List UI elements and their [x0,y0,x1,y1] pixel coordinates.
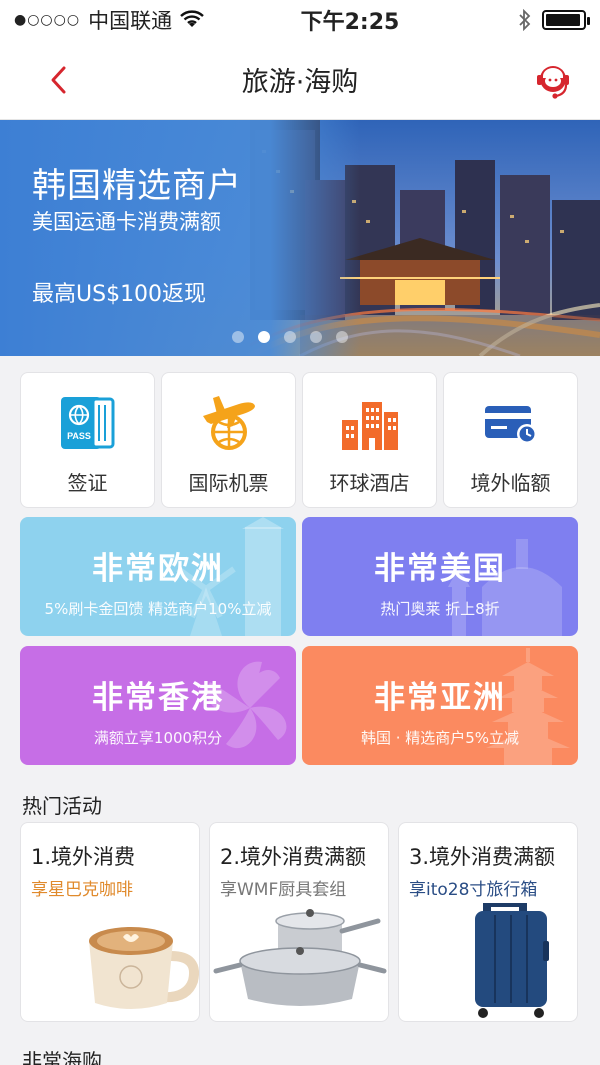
service-label: 国际机票 [188,471,269,495]
customer-service-button[interactable] [530,58,576,104]
suitcase-image [475,903,549,1018]
activity-subtitle: 享ito28寸旅行箱 [409,880,538,900]
service-label: 环球酒店 [329,471,410,495]
svg-text:PASS: PASS [67,431,91,441]
region-desc: 韩国 · 精选商户5%立减 [360,729,520,747]
service-label: 签证 [67,471,108,495]
region-desc: 热门奥莱 折上8折 [380,600,500,618]
carousel-indicator[interactable] [232,331,348,343]
service-hotels[interactable]: 环球酒店 [302,372,437,508]
region-desc: 5%刷卡金回馈 精选商户10%立减 [44,600,272,618]
carousel-dot[interactable] [310,331,322,343]
coffee-cup-image [89,927,199,1009]
region-title: 非常亚洲 [374,680,506,716]
status-time: 下午2:25 [300,10,400,35]
banner-offer: 最高US$100返现 [32,282,207,307]
carrier-name: 中国联通 [88,9,173,33]
battery-level [546,14,580,26]
carousel-dot[interactable] [336,331,348,343]
region-desc: 满额立享1000积分 [93,729,223,747]
hot-activity-card-starbucks[interactable]: 1.境外消费 享星巴克咖啡 [20,822,200,1022]
region-card-hongkong[interactable]: 非常香港 满额立享1000积分 [20,646,296,765]
banner-subtitle: 美国运通卡消费满额 [32,210,221,234]
customer-service-icon [537,66,569,99]
cookware-set-image [213,909,387,1006]
service-flights[interactable]: 国际机票 [161,372,296,508]
credit-card-icon [484,406,537,444]
hot-activity-card-wmf[interactable]: 2.境外消费满额 享WMF厨具套组 [209,822,389,1022]
status-bar: ●○○○○ 中国联通 下午2:25 [0,0,600,40]
service-visa[interactable]: PASS 签证 [20,372,155,508]
hot-activity-list: 1.境外消费 享星巴克咖啡 2.境外消费满额 享WMF厨具套组 3.境外消费满额… [20,822,578,1022]
seoul-city-image [0,120,600,356]
service-grid: PASS 签证 国际机票 环球酒店 境外临额 [20,372,580,508]
back-button[interactable] [42,60,76,100]
activity-subtitle: 享星巴克咖啡 [31,880,133,900]
carousel-dot[interactable] [284,331,296,343]
promo-banner[interactable]: 韩国精选商户 美国运通卡消费满额 最高US$100返现 [0,120,600,356]
region-title: 非常美国 [374,551,506,587]
activity-title: 2.境外消费满额 [220,845,367,869]
plane-globe-icon [202,396,255,450]
activity-subtitle: 享WMF厨具套组 [220,880,347,900]
hot-section-title: 热门活动 [22,794,102,818]
chevron-left-icon [51,66,66,94]
region-title: 非常香港 [92,680,224,716]
hot-activity-card-suitcase[interactable]: 3.境外消费满额 享ito28寸旅行箱 [398,822,578,1022]
hotel-buildings-icon [341,402,398,450]
next-section-title: 非常海购 [22,1049,102,1065]
carousel-dot[interactable] [258,331,270,343]
carousel-dot[interactable] [232,331,244,343]
bluetooth-icon [519,9,531,31]
signal-strength: ●○○○○ [14,12,81,28]
battery-icon [542,10,590,30]
page-title: 旅游·海购 [241,67,359,98]
region-grid: 非常欧洲 5%刷卡金回馈 精选商户10%立减 非常美国 热门奥莱 折上8折 非常… [20,517,578,765]
service-label: 境外临额 [470,471,551,495]
region-card-europe[interactable]: 非常欧洲 5%刷卡金回馈 精选商户10%立减 [20,517,296,636]
service-overseas-limit[interactable]: 境外临额 [443,372,578,508]
nav-bar: 旅游·海购 [0,40,600,120]
banner-title: 韩国精选商户 [32,166,242,206]
activity-title: 3.境外消费满额 [409,845,556,869]
passport-icon: PASS [60,397,114,449]
region-title: 非常欧洲 [92,551,224,587]
activity-title: 1.境外消费 [31,845,136,869]
region-card-asia[interactable]: 非常亚洲 韩国 · 精选商户5%立减 [302,646,578,765]
region-card-usa[interactable]: 非常美国 热门奥莱 折上8折 [302,517,578,636]
